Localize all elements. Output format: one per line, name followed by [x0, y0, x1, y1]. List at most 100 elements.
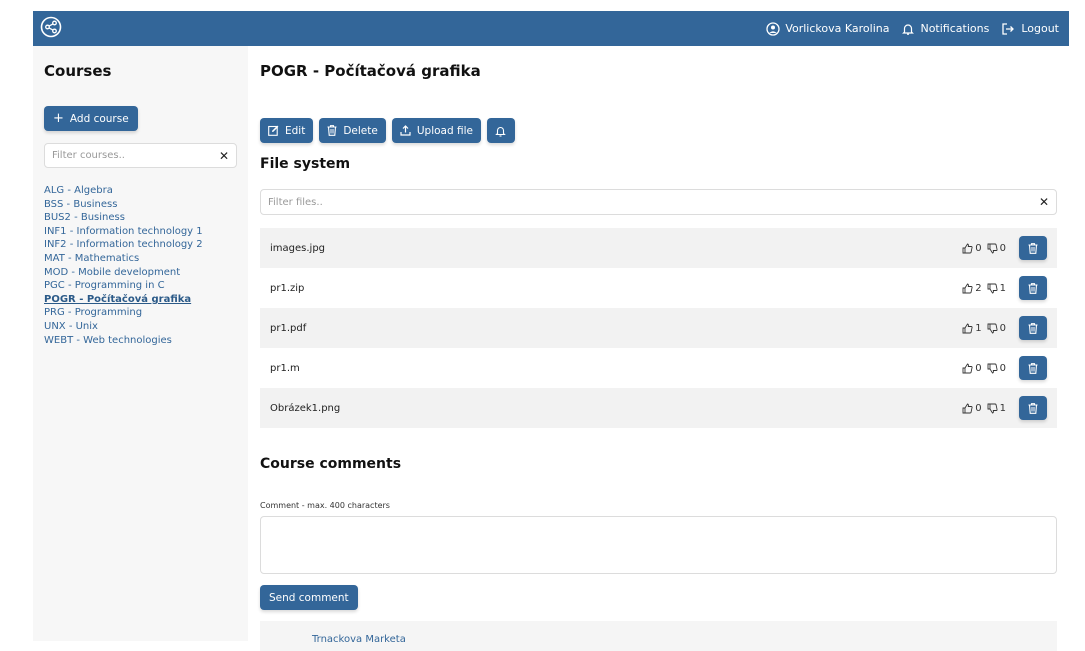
like-button[interactable]: 1: [962, 322, 982, 334]
course-list-item[interactable]: PRG - Programming: [44, 306, 203, 320]
bell-icon: [902, 23, 915, 35]
dislike-button[interactable]: 0: [987, 243, 1006, 254]
like-button[interactable]: 0: [962, 363, 982, 374]
user-name: Vorlickova Karolina: [785, 22, 890, 35]
dislike-button[interactable]: 0: [987, 323, 1006, 334]
file-row[interactable]: images.jpg 0 0: [260, 228, 1057, 268]
dislike-count: 0: [999, 242, 1006, 254]
course-list-item[interactable]: INF1 - Information technology 1: [44, 225, 203, 239]
user-menu[interactable]: Vorlickova Karolina: [766, 21, 890, 36]
send-comment-label: Send comment: [269, 591, 349, 604]
file-row[interactable]: pr1.m 0 0: [260, 348, 1057, 388]
edit-icon: [268, 125, 279, 136]
top-navbar: Vorlickova Karolina Notifications Logout: [33, 11, 1069, 46]
file-filter-placeholder: Filter files..: [268, 196, 323, 208]
file-name[interactable]: pr1.m: [270, 363, 300, 374]
dislike-count: 0: [999, 362, 1006, 374]
logout-label: Logout: [1021, 22, 1059, 35]
file-row-actions: 00: [962, 236, 1047, 260]
dislike-count: 1: [999, 402, 1006, 414]
dislike-count: 0: [999, 322, 1006, 334]
dislike-button[interactable]: 1: [987, 283, 1006, 294]
course-list-item[interactable]: BSS - Business: [44, 198, 203, 212]
trash-icon: [1028, 242, 1038, 254]
trash-icon: [1028, 362, 1038, 374]
course-actions: Edit Delete Upload file: [260, 118, 515, 143]
upload-icon: [400, 125, 411, 136]
file-row[interactable]: Obrázek1.png 0 1: [260, 388, 1057, 428]
upload-file-button[interactable]: Upload file: [391, 118, 481, 143]
logout-icon: [1002, 22, 1015, 35]
file-row-actions: 21: [962, 276, 1047, 300]
course-list-item[interactable]: POGR - Počítačová grafika: [44, 293, 203, 307]
add-course-button[interactable]: + Add course: [44, 106, 138, 131]
comment-author[interactable]: Trnackova Marketa: [312, 634, 406, 645]
course-filter-placeholder: Filter courses..: [52, 150, 125, 161]
file-name[interactable]: Obrázek1.png: [270, 403, 340, 414]
notifications-label: Notifications: [920, 22, 990, 35]
delete-course-button[interactable]: Delete: [319, 118, 386, 143]
like-button[interactable]: 2: [962, 282, 982, 294]
trash-icon: [1028, 282, 1038, 294]
delete-label: Delete: [343, 124, 378, 137]
file-list: images.jpg 0 0 pr1.zip 2 1 pr1.pdf 1 0 pr1.m 0 0 Obr…: [260, 228, 1057, 428]
comment-label: Comment - max. 400 characters: [260, 501, 390, 510]
course-comments-title: Course comments: [260, 456, 402, 472]
share-icon[interactable]: [40, 16, 62, 38]
thumbs-down-icon: [987, 283, 998, 294]
comment-textarea[interactable]: [260, 516, 1057, 574]
trash-icon: [1028, 322, 1038, 334]
trash-icon: [1028, 402, 1038, 414]
course-filter-input[interactable]: Filter courses.. ✕: [44, 143, 237, 168]
file-name[interactable]: pr1.pdf: [270, 323, 306, 334]
course-list-item[interactable]: UNX - Unix: [44, 320, 203, 334]
file-name[interactable]: pr1.zip: [270, 283, 304, 294]
delete-file-button[interactable]: [1019, 356, 1047, 380]
thumbs-down-icon: [987, 363, 998, 374]
like-count: 0: [975, 242, 982, 254]
file-system-title: File system: [260, 156, 351, 172]
course-list-item[interactable]: MOD - Mobile development: [44, 266, 203, 280]
file-row-actions: 01: [962, 396, 1047, 420]
file-row[interactable]: pr1.zip 2 1: [260, 268, 1057, 308]
course-list: ALG - Algebra BSS - Business BUS2 - Busine…: [44, 184, 203, 347]
course-list-item[interactable]: WEBT - Web technologies: [44, 334, 203, 348]
thumbs-up-icon: [962, 322, 973, 333]
thumbs-down-icon: [987, 243, 998, 254]
logout-link[interactable]: Logout: [1001, 22, 1059, 36]
thumbs-up-icon: [962, 282, 973, 293]
delete-file-button[interactable]: [1019, 276, 1047, 300]
like-button[interactable]: 0: [962, 402, 982, 414]
course-list-item[interactable]: BUS2 - Business: [44, 211, 203, 225]
subscribe-button[interactable]: [486, 118, 515, 143]
course-list-item[interactable]: PGC - Programming in C: [44, 279, 203, 293]
thumbs-down-icon: [987, 403, 998, 414]
dislike-button[interactable]: 0: [987, 363, 1006, 374]
clear-icon[interactable]: ✕: [219, 149, 229, 163]
course-list-item[interactable]: ALG - Algebra: [44, 184, 203, 198]
delete-file-button[interactable]: [1019, 236, 1047, 260]
file-row[interactable]: pr1.pdf 1 0: [260, 308, 1057, 348]
sidebar-title: Courses: [44, 62, 112, 80]
user-circle-icon: [766, 21, 780, 36]
file-row-actions: 10: [962, 316, 1047, 340]
like-count: 0: [975, 402, 982, 414]
edit-button[interactable]: Edit: [260, 118, 314, 143]
page-title: POGR - Počítačová grafika: [260, 62, 481, 80]
upload-label: Upload file: [416, 124, 473, 137]
notifications-link[interactable]: Notifications: [901, 22, 989, 36]
course-list-item[interactable]: MAT - Mathematics: [44, 252, 203, 266]
file-filter-input[interactable]: Filter files.. ✕: [260, 189, 1057, 215]
delete-file-button[interactable]: [1019, 316, 1047, 340]
like-button[interactable]: 0: [962, 242, 982, 254]
delete-file-button[interactable]: [1019, 396, 1047, 420]
clear-icon[interactable]: ✕: [1039, 195, 1049, 209]
send-comment-button[interactable]: Send comment: [260, 585, 358, 610]
dislike-count: 1: [999, 282, 1006, 294]
add-course-label: Add course: [69, 112, 129, 125]
trash-icon: [327, 125, 337, 136]
plus-icon: +: [53, 111, 64, 126]
course-list-item[interactable]: INF2 - Information technology 2: [44, 238, 203, 252]
file-name[interactable]: images.jpg: [270, 243, 325, 254]
dislike-button[interactable]: 1: [987, 403, 1006, 414]
